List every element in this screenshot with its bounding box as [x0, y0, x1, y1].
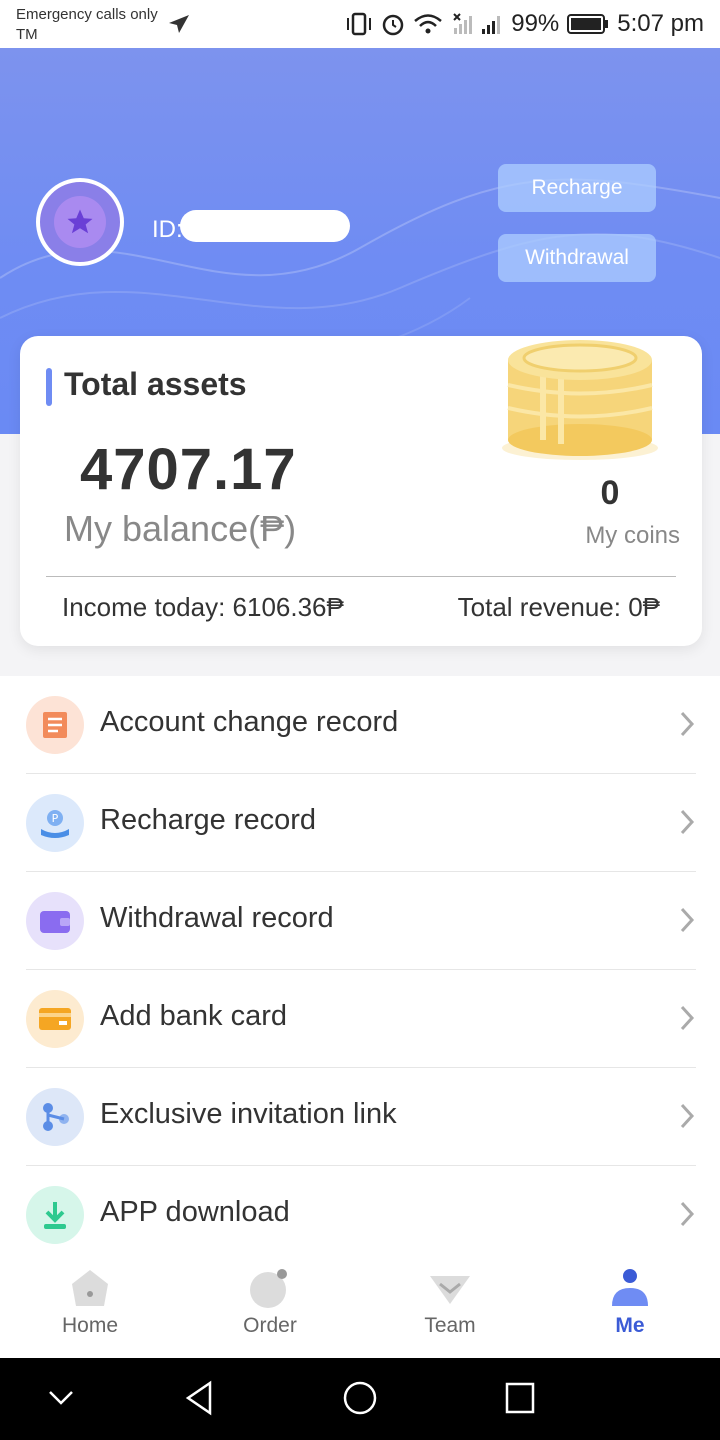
home-icon [72, 1270, 108, 1306]
total-revenue: Total revenue: 0₱ [457, 592, 660, 622]
star-icon [67, 209, 93, 234]
chevron-right-icon [680, 1005, 695, 1031]
recent-apps-icon[interactable] [504, 1380, 536, 1416]
balance-label: My balance(₱) [64, 508, 297, 549]
user-id-redaction [180, 210, 350, 242]
title-accent-bar [46, 368, 52, 406]
alarm-icon [382, 14, 404, 36]
order-icon [250, 1269, 287, 1308]
download-icon [26, 1186, 84, 1244]
nav-team[interactable]: Team [360, 1254, 540, 1358]
carrier-text: Emergency calls only TM [16, 5, 158, 45]
location-arrow-icon [169, 15, 189, 33]
home-button-icon[interactable] [342, 1380, 378, 1416]
status-icons: 99% 5:07 pm [345, 9, 704, 39]
vibrate-icon [347, 12, 372, 36]
coins-label: My coins [585, 522, 680, 549]
receipt-icon [26, 696, 84, 754]
coin-hand-icon: P [26, 794, 84, 852]
menu-list: Account change record P Recharge record … [0, 676, 720, 1254]
nav-label: Me [615, 1314, 645, 1337]
avatar-badge [54, 196, 106, 248]
avatar[interactable] [36, 178, 124, 266]
nav-home[interactable]: Home [0, 1254, 180, 1358]
withdrawal-button[interactable]: Withdrawal [498, 234, 656, 282]
status-bar: Emergency calls only TM 99% 5:07 pm [0, 0, 720, 48]
chevron-right-icon [680, 809, 695, 835]
menu-item-withdrawal-record[interactable]: Withdrawal record [0, 872, 720, 970]
recharge-button[interactable]: Recharge [498, 164, 656, 212]
assets-card: Total assets 4707.17 My balance(₱) 0 My … [20, 336, 702, 646]
share-icon [26, 1088, 84, 1146]
nav-label: Home [61, 1314, 119, 1337]
menu-label: Withdrawal record [100, 902, 334, 934]
menu-label: Account change record [100, 706, 399, 738]
nav-label: Team [424, 1314, 476, 1337]
svg-text:P: P [52, 812, 59, 825]
menu-item-exclusive-invitation-link[interactable]: Exclusive invitation link [0, 1068, 720, 1166]
menu-item-recharge-record[interactable]: P Recharge record [0, 774, 720, 872]
bank-card-icon [26, 990, 84, 1048]
bottom-nav: Home Order Team Me [0, 1254, 720, 1358]
menu-item-app-download[interactable]: APP download [0, 1166, 720, 1254]
menu-label: Recharge record [100, 804, 316, 836]
signal-icon [482, 16, 501, 34]
battery-percent: 99% [511, 10, 560, 37]
hide-keyboard-icon[interactable] [46, 1380, 76, 1416]
menu-label: APP download [100, 1196, 290, 1228]
card-divider [46, 576, 676, 577]
system-navigation-bar [0, 1358, 720, 1440]
battery-icon [567, 14, 609, 34]
income-today: Income today: 6106.36₱ [62, 592, 344, 622]
coin-stack-icon [502, 340, 658, 460]
chevron-right-icon [680, 711, 695, 737]
menu-item-account-change-record[interactable]: Account change record [0, 676, 720, 774]
clock: 5:07 pm [617, 10, 704, 37]
wifi-icon [414, 14, 443, 34]
chevron-right-icon [680, 1103, 695, 1129]
team-icon [430, 1276, 470, 1304]
profile-icon [612, 1269, 648, 1306]
nav-label: Order [243, 1314, 297, 1337]
coins-value: 0 [600, 474, 620, 512]
nav-me[interactable]: Me [540, 1254, 720, 1358]
assets-title: Total assets [64, 366, 247, 402]
carrier-line-1: Emergency calls only [16, 6, 158, 23]
menu-label: Add bank card [100, 1000, 288, 1032]
balance-value: 4707.17 [80, 437, 297, 502]
menu-item-add-bank-card[interactable]: Add bank card [0, 970, 720, 1068]
wallet-icon [26, 892, 84, 950]
user-id-label: ID: [152, 216, 183, 243]
no-signal-icon [453, 13, 473, 34]
chevron-right-icon [680, 907, 695, 933]
chevron-right-icon [680, 1201, 695, 1227]
nav-order[interactable]: Order [180, 1254, 360, 1358]
back-icon[interactable] [184, 1380, 216, 1416]
menu-label: Exclusive invitation link [100, 1098, 397, 1130]
carrier-line-2: TM [16, 26, 38, 43]
